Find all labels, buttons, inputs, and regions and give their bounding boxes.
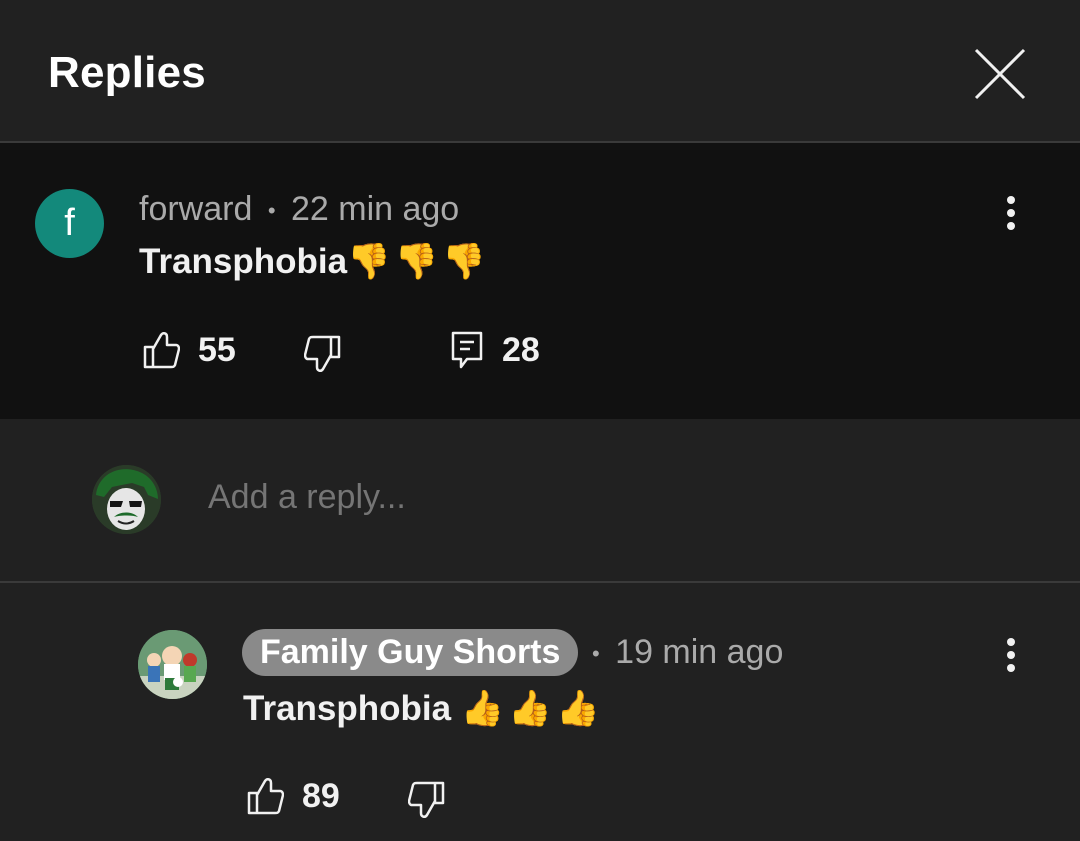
thumb-down-icon: [408, 781, 445, 818]
reply-more-button[interactable]: [996, 632, 1026, 678]
reply-input[interactable]: [208, 478, 908, 517]
user-avatar-image: [92, 465, 161, 534]
reply-count: 28: [502, 330, 540, 369]
more-vert-dot: [1007, 664, 1015, 672]
reply-like-count: 89: [302, 776, 340, 815]
close-button[interactable]: [966, 40, 1034, 108]
reply-meta: • 19 min ago: [592, 633, 783, 672]
reply-dislike-button[interactable]: [408, 780, 446, 820]
reply-text-body: Transphobia: [243, 689, 452, 728]
more-vert-icon: [1007, 196, 1015, 204]
more-vert-dot: [1007, 222, 1015, 230]
avatar[interactable]: f: [35, 189, 104, 258]
comment-meta: forward • 22 min ago: [139, 190, 459, 229]
close-icon: [974, 48, 1026, 100]
user-avatar[interactable]: [92, 465, 161, 534]
comment-author[interactable]: forward: [139, 190, 252, 228]
page-title: Replies: [48, 48, 206, 97]
more-vert-dot: [1007, 651, 1015, 659]
reply-time: 19 min ago: [615, 633, 784, 671]
more-vert-dot: [1007, 209, 1015, 217]
like-count: 55: [198, 330, 236, 369]
reply-text: Transphobia 👍👍👍: [243, 688, 604, 729]
replies-header: Replies: [0, 0, 1080, 143]
comment-text-body: Transphobia: [139, 242, 348, 281]
like-button[interactable]: 55: [142, 330, 236, 370]
meta-separator: •: [267, 198, 276, 224]
reply-icon: [451, 331, 483, 369]
comment-more-button[interactable]: [996, 190, 1026, 236]
author-chip[interactable]: Family Guy Shorts: [242, 629, 579, 676]
thumb-down-icon: [304, 335, 341, 372]
reply-button[interactable]: 28: [450, 330, 540, 370]
meta-separator: •: [592, 641, 600, 667]
thumbs-up-emojis: 👍👍👍: [460, 689, 604, 729]
dislike-button[interactable]: [304, 334, 342, 374]
thumb-up-icon: [143, 332, 180, 369]
more-vert-icon: [1007, 638, 1015, 646]
thumb-up-icon: [247, 778, 284, 815]
family-guy-avatar-image: [138, 630, 207, 699]
reply-avatar[interactable]: [138, 630, 207, 699]
comment-time: 22 min ago: [290, 190, 460, 228]
reply-like-button[interactable]: 89: [246, 776, 340, 816]
thumbs-down-emojis: 👎👎👎: [347, 242, 490, 282]
comment-text: Transphobia👎👎👎: [139, 241, 490, 282]
